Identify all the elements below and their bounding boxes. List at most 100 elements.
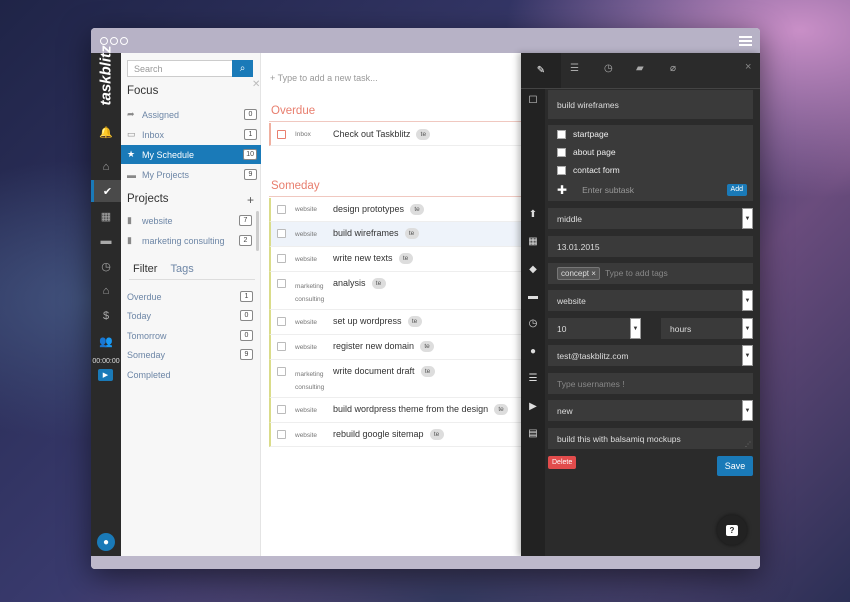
- bell-icon[interactable]: 🔔: [91, 121, 121, 143]
- sidebar-item-my-schedule[interactable]: ★ My Schedule 10: [121, 145, 261, 164]
- tag-badge[interactable]: te: [404, 228, 419, 240]
- tag-badge[interactable]: te: [410, 204, 425, 216]
- tag-badge[interactable]: te: [420, 341, 435, 353]
- tab-tags[interactable]: Tags: [171, 263, 194, 275]
- task-checkbox[interactable]: [277, 430, 286, 439]
- subtask-item[interactable]: startpage: [548, 125, 753, 143]
- calendar-icon[interactable]: ▦: [91, 205, 121, 227]
- briefcase-icon[interactable]: ▬: [91, 230, 121, 252]
- tag-badge[interactable]: te: [398, 253, 413, 265]
- home-icon[interactable]: ⌂: [91, 156, 121, 178]
- sidebar-item-project-marketing[interactable]: ▮ marketing consulting 2: [121, 231, 261, 250]
- chevron-down-icon[interactable]: ▼: [742, 400, 753, 421]
- date-field[interactable]: 13.01.2015: [548, 236, 753, 257]
- task-row[interactable]: website write new texts te: [269, 247, 521, 272]
- tag-badge[interactable]: te: [420, 366, 435, 378]
- subtask-checkbox[interactable]: [557, 165, 566, 175]
- tag-badge[interactable]: te: [416, 129, 431, 141]
- status-select[interactable]: new ▼: [548, 400, 753, 421]
- resize-handle-icon[interactable]: ⋰: [745, 441, 751, 448]
- task-checkbox[interactable]: [277, 317, 286, 326]
- tag-badge[interactable]: te: [494, 404, 509, 416]
- task-checkbox[interactable]: [277, 405, 286, 414]
- subtask-item[interactable]: contact form: [548, 161, 753, 179]
- paperclip-icon[interactable]: ⌀: [670, 63, 676, 74]
- add-project-button[interactable]: +: [247, 193, 254, 207]
- task-checkbox[interactable]: [277, 342, 286, 351]
- tag-badge[interactable]: te: [407, 316, 422, 328]
- chevron-down-icon[interactable]: ▼: [742, 345, 753, 366]
- task-row[interactable]: marketing consulting write document draf…: [269, 360, 521, 398]
- task-row[interactable]: website rebuild google sitemap te: [269, 423, 521, 447]
- projects-scrollbar[interactable]: [256, 211, 259, 251]
- tag-badge[interactable]: te: [371, 278, 386, 290]
- window-dot-icon[interactable]: [110, 37, 118, 45]
- sidebar-item-my-projects[interactable]: ▬ My Projects 9: [121, 165, 261, 184]
- chevron-down-icon[interactable]: ▼: [630, 318, 641, 339]
- filter-item-completed[interactable]: Completed: [127, 366, 257, 384]
- save-button[interactable]: Save: [717, 456, 753, 476]
- task-row[interactable]: website build wordpress theme from the d…: [269, 398, 521, 423]
- subtask-checkbox[interactable]: [557, 147, 566, 157]
- task-checkbox[interactable]: [277, 130, 286, 139]
- tag-chip[interactable]: concept ×: [557, 267, 600, 280]
- filter-item-overdue[interactable]: Overdue 1: [127, 288, 257, 306]
- filter-item-today[interactable]: Today 0: [127, 307, 257, 325]
- task-checkbox[interactable]: [277, 254, 286, 263]
- usernames-input[interactable]: Type usernames !: [548, 373, 753, 394]
- window-dot-icon[interactable]: [120, 37, 128, 45]
- subtask-input[interactable]: Enter subtask: [582, 185, 634, 195]
- task-checkbox[interactable]: [277, 205, 286, 214]
- comment-icon[interactable]: ▰: [636, 63, 644, 74]
- sidebar-item-assigned[interactable]: ➦ Assigned 0: [121, 105, 261, 124]
- duration-unit-select[interactable]: hours ▼: [661, 318, 753, 339]
- task-row[interactable]: Inbox Check out Taskblitz te: [269, 123, 521, 146]
- clock-icon[interactable]: ◷: [91, 255, 121, 277]
- sidebar-item-project-website[interactable]: ▮ website 7: [121, 211, 261, 230]
- window-dot-icon[interactable]: [100, 37, 108, 45]
- sidebar-item-inbox[interactable]: ▭ Inbox 1: [121, 125, 261, 144]
- filter-item-tomorrow[interactable]: Tomorrow 0: [127, 327, 257, 345]
- pencil-icon[interactable]: ✎: [521, 53, 561, 88]
- tag-badge[interactable]: te: [429, 429, 444, 441]
- priority-select[interactable]: middle ▼: [548, 208, 753, 229]
- task-checkbox[interactable]: [277, 229, 286, 238]
- delete-button[interactable]: Delete: [548, 456, 577, 469]
- task-row[interactable]: marketing consulting analysis te: [269, 272, 521, 310]
- task-checkbox[interactable]: [277, 367, 286, 376]
- task-row-selected[interactable]: website build wireframes te: [269, 222, 521, 247]
- checkbox-icon[interactable]: ☐: [521, 95, 545, 106]
- task-row[interactable]: website design prototypes te: [269, 198, 521, 222]
- chevron-down-icon[interactable]: ▼: [742, 208, 753, 229]
- tasks-check-icon[interactable]: ✔: [91, 180, 121, 202]
- tag-remove-icon[interactable]: ×: [591, 269, 596, 278]
- subtask-checkbox[interactable]: [557, 129, 566, 139]
- task-row[interactable]: website register new domain te: [269, 335, 521, 360]
- assignee-select[interactable]: test@taskblitz.com ▼: [548, 345, 753, 366]
- task-checkbox[interactable]: [277, 279, 286, 288]
- notes-textarea[interactable]: build this with balsamiq mockups ⋰: [548, 428, 753, 449]
- add-subtask-button[interactable]: Add: [726, 184, 747, 196]
- close-icon[interactable]: ×: [745, 61, 751, 73]
- list-icon[interactable]: ☰: [570, 63, 579, 74]
- close-icon[interactable]: ✕: [252, 79, 260, 90]
- new-task-input[interactable]: + Type to add a new task...: [270, 73, 378, 83]
- bank-icon[interactable]: ⌂: [91, 280, 121, 302]
- timer-play-button[interactable]: ▶: [98, 369, 113, 381]
- tab-filter[interactable]: Filter: [133, 263, 157, 275]
- plus-icon[interactable]: ✚: [557, 183, 567, 197]
- help-button[interactable]: ?: [717, 515, 747, 545]
- search-icon[interactable]: ⌕: [232, 60, 253, 77]
- tags-input[interactable]: concept × Type to add tags: [548, 263, 753, 284]
- task-row[interactable]: website set up wordpress te: [269, 310, 521, 335]
- project-select[interactable]: website ▼: [548, 290, 753, 311]
- chevron-down-icon[interactable]: ▼: [742, 290, 753, 311]
- task-title-input[interactable]: build wireframes: [548, 90, 753, 119]
- clock-icon[interactable]: ◷: [604, 63, 613, 74]
- subtask-item[interactable]: about page: [548, 143, 753, 161]
- search-input[interactable]: Search: [127, 60, 233, 77]
- users-icon[interactable]: 👥: [91, 330, 121, 352]
- chevron-down-icon[interactable]: ▼: [742, 318, 753, 339]
- duration-value-select[interactable]: 10 ▼: [548, 318, 641, 339]
- dollar-icon[interactable]: $: [91, 305, 121, 327]
